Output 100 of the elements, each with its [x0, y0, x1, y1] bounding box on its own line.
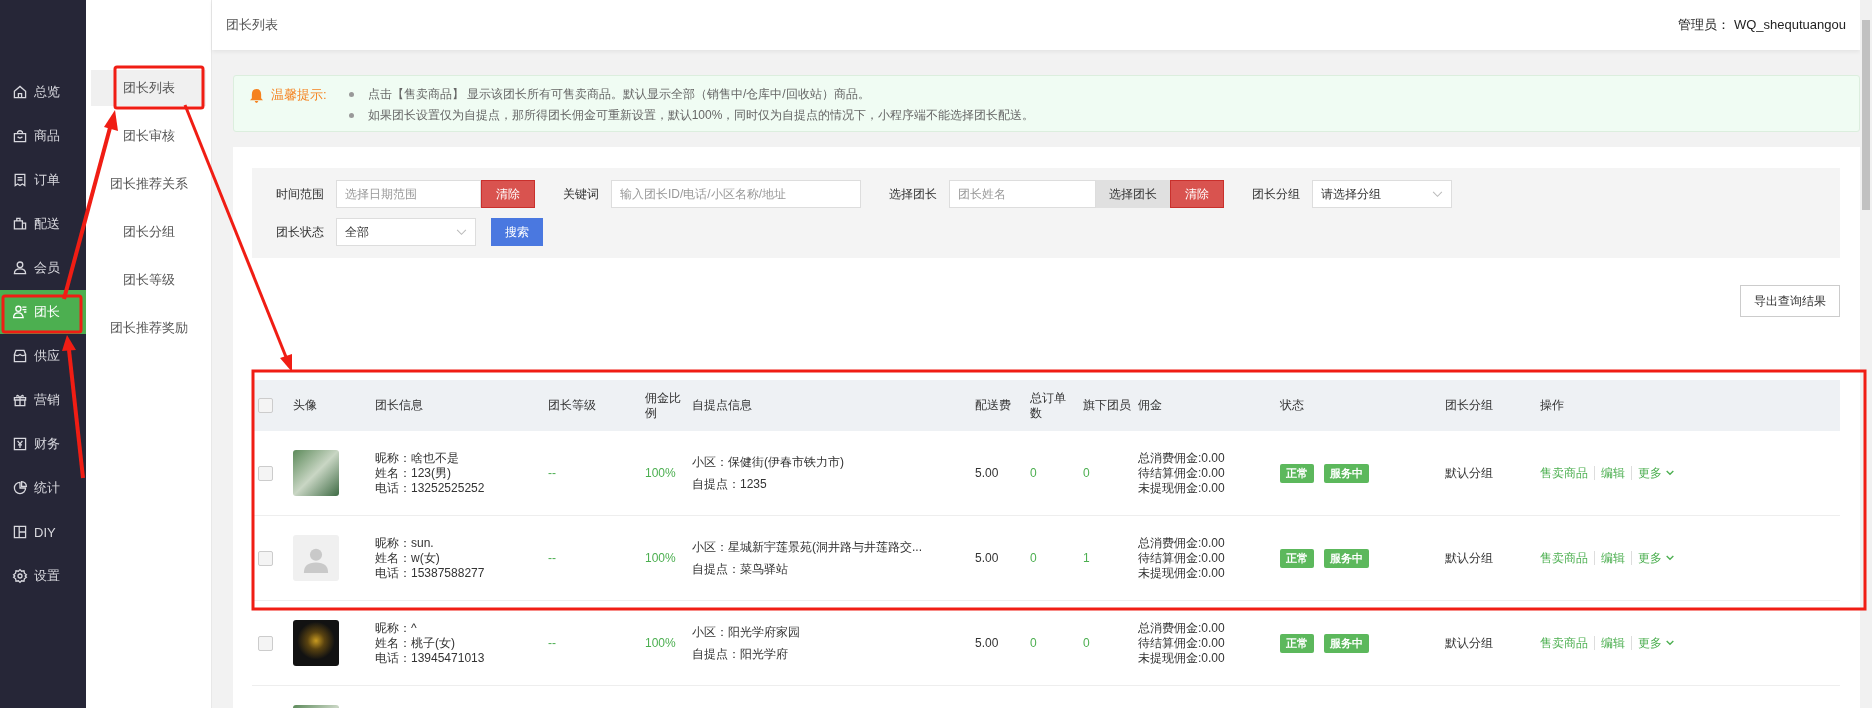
status-tag: 正常: [1280, 548, 1314, 568]
cell-text: 姓名：123(男): [375, 465, 452, 481]
cell-text: 昵称：^: [375, 620, 418, 636]
photo-placeholder: [293, 450, 339, 496]
cell-text: 总消费佣金:0.00: [1138, 620, 1226, 636]
cell-text: 0: [1083, 635, 1090, 650]
status-tag: 服务中: [1324, 548, 1369, 568]
cell-text: 姓名：桃子(女): [375, 635, 456, 651]
scrollbar-thumb[interactable]: [1862, 20, 1870, 210]
dropdown[interactable]: 全部: [336, 218, 476, 246]
filter-label: 关键词: [563, 185, 599, 203]
export-button[interactable]: 导出查询结果: [1740, 285, 1840, 317]
column-header: 自提点信息: [691, 398, 753, 413]
sidebar-item[interactable]: 商品: [0, 114, 86, 158]
sidebar-item[interactable]: 设置: [0, 554, 86, 598]
checkbox[interactable]: [258, 398, 273, 413]
cell-text: 自提点：阳光学府: [692, 646, 789, 663]
cell-text: 5.00: [975, 465, 999, 480]
cell-text: 电话：13945471013: [375, 650, 486, 666]
bullet-icon: [348, 113, 354, 118]
cell-text: 0: [1030, 465, 1037, 480]
dropdown[interactable]: 请选择分组: [1312, 180, 1452, 208]
column-header: 旗下团员: [1082, 398, 1132, 413]
submenu-item[interactable]: 团长列表: [91, 70, 206, 106]
filter-label: 团长状态: [276, 223, 324, 241]
sidebar-item[interactable]: 统计: [0, 466, 86, 510]
cell-text: 待结算佣金:0.00: [1138, 550, 1226, 566]
column-header: 头像: [292, 398, 318, 413]
submenu-item[interactable]: 团长等级: [91, 262, 206, 298]
shop-icon: [12, 348, 28, 364]
cell-text: 电话：13252525252: [375, 480, 486, 496]
checkbox[interactable]: [258, 465, 273, 481]
column-header: 配送费: [974, 398, 1012, 413]
clear-button[interactable]: 清除: [481, 180, 535, 208]
cell-text: 默认分组: [1445, 465, 1493, 480]
column-header: 总订单数: [1029, 390, 1067, 421]
cell-text: 总消费佣金:0.00: [1138, 450, 1226, 466]
submenu-item[interactable]: 团长推荐奖励: [91, 310, 206, 346]
chevron-down-icon: [1666, 640, 1674, 646]
input-field[interactable]: 输入团长ID/电话/小区名称/地址: [611, 180, 861, 208]
cell-text: 未提现佣金:0.00: [1138, 650, 1226, 666]
sidebar-item[interactable]: 供应: [0, 334, 86, 378]
cell-text: --: [548, 550, 556, 565]
sidebar-item[interactable]: 总览: [0, 70, 86, 114]
column-header: 佣金: [1137, 398, 1163, 413]
cell-text: 未提现佣金:0.00: [1138, 480, 1226, 496]
column-header: 团长等级: [547, 398, 597, 413]
photo-placeholder: [293, 620, 339, 666]
submenu-item[interactable]: 团长分组: [91, 214, 206, 250]
page-title: 团长列表: [226, 16, 278, 34]
cell-text: 自提点：1235: [692, 476, 768, 493]
cell-text: 100%: [645, 465, 676, 480]
column-header: 团长分组: [1444, 398, 1494, 413]
gift-icon: [12, 392, 28, 408]
search-button[interactable]: 搜索: [491, 218, 543, 246]
column-header: 操作: [1539, 398, 1565, 413]
box-icon: [12, 216, 28, 232]
sidebar-item[interactable]: 订单: [0, 158, 86, 202]
select-button[interactable]: 选择团长: [1096, 180, 1170, 208]
sidebar-item[interactable]: DIY: [0, 510, 86, 554]
yen-icon: [12, 436, 28, 452]
sidebar-item[interactable]: 会员: [0, 246, 86, 290]
cell-text: 5.00: [975, 635, 999, 650]
notice-text: 如果团长设置仅为自提点，那所得团长佣金可重新设置，默认100%，同时仅为自提点的情况下，小程序端不能选择团长配送。: [367, 107, 1035, 124]
notice-title: 温馨提示:: [271, 86, 327, 104]
cell-text: 100%: [645, 550, 676, 565]
pie-chart-icon: [12, 480, 28, 496]
input-field[interactable]: 选择日期范围: [336, 180, 481, 208]
cell-text: 1: [1083, 550, 1090, 565]
house-icon: [12, 84, 28, 100]
status-tag: 服务中: [1324, 633, 1369, 653]
cell-text: 默认分组: [1445, 550, 1493, 565]
cell-text: 0: [1083, 465, 1090, 480]
cell-text: 小区：保健街(伊春市铁力市): [692, 454, 845, 471]
cell-text: 昵称：sun.: [375, 535, 435, 551]
status-tag: 正常: [1280, 633, 1314, 653]
cell-text: 昵称：啥也不是: [375, 450, 460, 466]
cell-text: 默认分组: [1445, 635, 1493, 650]
filter-label: 团长分组: [1252, 185, 1300, 203]
sidebar-item[interactable]: 配送: [0, 202, 86, 246]
cell-text: 0: [1030, 550, 1037, 565]
checkbox[interactable]: [258, 635, 273, 651]
chevron-down-icon: [1666, 555, 1674, 561]
sidebar-item[interactable]: 营销: [0, 378, 86, 422]
bag-icon: [12, 128, 28, 144]
cell-text: 总消费佣金:0.00: [1138, 535, 1226, 551]
cell-text: --: [548, 465, 556, 480]
input-field[interactable]: 团长姓名: [949, 180, 1096, 208]
sidebar-item[interactable]: 财务: [0, 422, 86, 466]
clear-button[interactable]: 清除: [1170, 180, 1224, 208]
receipt-icon: [12, 172, 28, 188]
submenu-item[interactable]: 团长审核: [91, 118, 206, 154]
cell-text: 电话：15387588277: [375, 565, 486, 581]
checkbox[interactable]: [258, 550, 273, 566]
cell-text: 小区：星城新宇莲景苑(洞井路与井莲路交...: [692, 539, 923, 556]
cell-text: 100%: [645, 635, 676, 650]
cell-text: 自提点：菜鸟驿站: [692, 561, 789, 578]
cell-text: 待结算佣金:0.00: [1138, 635, 1226, 651]
submenu-item[interactable]: 团长推荐关系: [91, 166, 206, 202]
admin-label: 管理员： WQ_shequtuangou: [1678, 16, 1846, 34]
